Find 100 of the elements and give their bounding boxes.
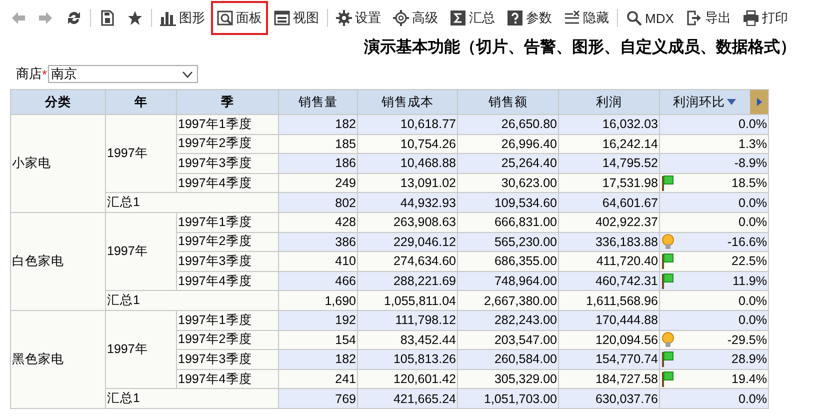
table-cell: 1,690	[278, 290, 358, 310]
table-cell: 109,534.60	[458, 192, 558, 212]
table-cell: 154,770.74	[558, 350, 660, 370]
print-icon	[742, 10, 759, 26]
toolbar-button[interactable]: 隐藏	[558, 1, 615, 35]
required-mark: *	[42, 66, 48, 82]
table-cell: 105,813.26	[358, 350, 458, 370]
table-cell: 小家电	[10, 114, 106, 212]
table-cell: 1997年	[106, 114, 176, 193]
table-cell: 1.3%	[738, 136, 767, 151]
refresh-icon	[66, 10, 82, 26]
column-header[interactable]: 年	[106, 90, 176, 114]
flag-icon	[661, 175, 675, 192]
flag-icon	[661, 371, 675, 388]
toolbar-button[interactable]: 图形	[154, 1, 211, 35]
table-cell: 26,650.80	[458, 114, 558, 134]
table-cell: 汇总1	[106, 388, 278, 408]
flag-icon	[661, 351, 675, 368]
table-cell: 14,795.52	[558, 154, 660, 174]
table-cell: 16,242.14	[558, 134, 660, 154]
column-header[interactable]: 季	[176, 90, 278, 114]
table-cell: 229,046.12	[358, 232, 458, 252]
table-cell: 630,037.76	[558, 388, 660, 408]
column-header[interactable]: 利润	[558, 90, 660, 114]
table-cell: 769	[278, 388, 358, 408]
table-cell: 0.0%	[738, 313, 767, 328]
table-cell: 282,243.00	[458, 310, 558, 330]
toolbar-button[interactable]: 参数	[501, 1, 558, 35]
toolbar-button[interactable]: MDX	[620, 1, 680, 35]
table-cell: -29.5%	[727, 332, 767, 347]
table-cell: 1997年4季度	[176, 271, 278, 291]
table-cell: 19.4%	[732, 372, 767, 386]
table-cell: 26,996.40	[458, 134, 558, 154]
table-cell: 260,584.00	[458, 350, 558, 370]
table-cell: 83,452.44	[358, 330, 458, 350]
table-cell: 249	[278, 173, 358, 193]
table-cell: 2,667,380.00	[458, 290, 558, 310]
forward-icon	[38, 10, 54, 26]
flag-icon	[661, 253, 675, 270]
table-cell: 466	[278, 271, 358, 291]
column-header[interactable]: 利润环比	[660, 90, 768, 114]
scroll-right-button[interactable]	[750, 90, 768, 114]
toolbar-button[interactable]: 汇总	[444, 1, 501, 35]
table-cell: 192	[278, 310, 358, 330]
table-cell: 410	[278, 252, 358, 272]
table-cell: 185	[278, 134, 358, 154]
table-cell: 13,091.02	[358, 173, 458, 193]
table-cell: 10,754.26	[358, 134, 458, 154]
table-cell: 44,932.93	[358, 192, 458, 212]
table-cell: 154	[278, 330, 358, 350]
table-cell: 1997年	[106, 212, 176, 291]
table-cell: 336,183.88	[558, 232, 660, 252]
light-bulb-icon	[661, 234, 675, 250]
export-icon	[686, 10, 702, 26]
column-header[interactable]: 销售成本	[358, 90, 458, 114]
store-select[interactable]: 南京	[48, 65, 198, 83]
bar-chart-icon	[160, 10, 176, 26]
table-cell: 1997年3季度	[176, 350, 278, 370]
toolbar-button[interactable]: 打印	[736, 1, 794, 35]
column-header[interactable]: 分类	[10, 90, 106, 114]
table-cell: 241	[278, 369, 358, 389]
table-cell: 18.5%	[732, 176, 767, 190]
table-cell: 1997年1季度	[176, 310, 278, 330]
table-cell: 10,468.88	[358, 154, 458, 174]
table-cell: 411,720.40	[558, 252, 660, 272]
save-icon	[99, 10, 115, 26]
column-header[interactable]: 销售额	[458, 90, 558, 114]
table-cell: 0.0%	[738, 215, 767, 230]
toolbar-button[interactable]: 高级	[387, 1, 444, 35]
table-cell: 1997年1季度	[176, 212, 278, 232]
table-cell: 182	[278, 114, 358, 134]
gear-icon	[393, 10, 409, 26]
table-cell: 1997年3季度	[176, 252, 278, 272]
sort-icon	[727, 99, 736, 106]
table-cell: 1997年1季度	[176, 114, 278, 134]
report-title: 演示基本功能（切片、告警、图形、自定义成员、数据格式）	[364, 39, 796, 56]
table-cell: 30,623.00	[458, 173, 558, 193]
table-cell: 1997年2季度	[176, 134, 278, 154]
toolbar-button[interactable]: 面板	[211, 1, 268, 35]
table-cell: 274,634.60	[358, 252, 458, 272]
table-cell: 64,601.67	[558, 192, 660, 212]
table-cell: 16,032.03	[558, 114, 660, 134]
toolbar-button[interactable]: 设置	[330, 1, 387, 35]
table-cell: 184,727.58	[558, 369, 660, 389]
table-cell: 1997年	[106, 310, 176, 389]
table-cell: 111,798.12	[358, 310, 458, 330]
toolbar-button[interactable]: 视图	[268, 1, 325, 35]
table-cell: -8.9%	[734, 156, 767, 170]
table-cell: 0.0%	[738, 117, 767, 132]
table-cell: 22.5%	[732, 254, 767, 268]
column-header[interactable]: 销售量	[278, 90, 358, 114]
table-cell: 288,221.69	[358, 271, 458, 291]
table-cell: 460,742.31	[558, 271, 660, 291]
back-icon	[10, 10, 26, 26]
table-cell: 305,329.00	[458, 369, 558, 389]
table-cell: 802	[278, 192, 358, 212]
table-cell: 120,601.42	[358, 369, 458, 389]
table-cell: 11.9%	[732, 274, 767, 288]
flag-icon	[661, 273, 675, 290]
toolbar-button[interactable]: 导出	[680, 1, 737, 35]
